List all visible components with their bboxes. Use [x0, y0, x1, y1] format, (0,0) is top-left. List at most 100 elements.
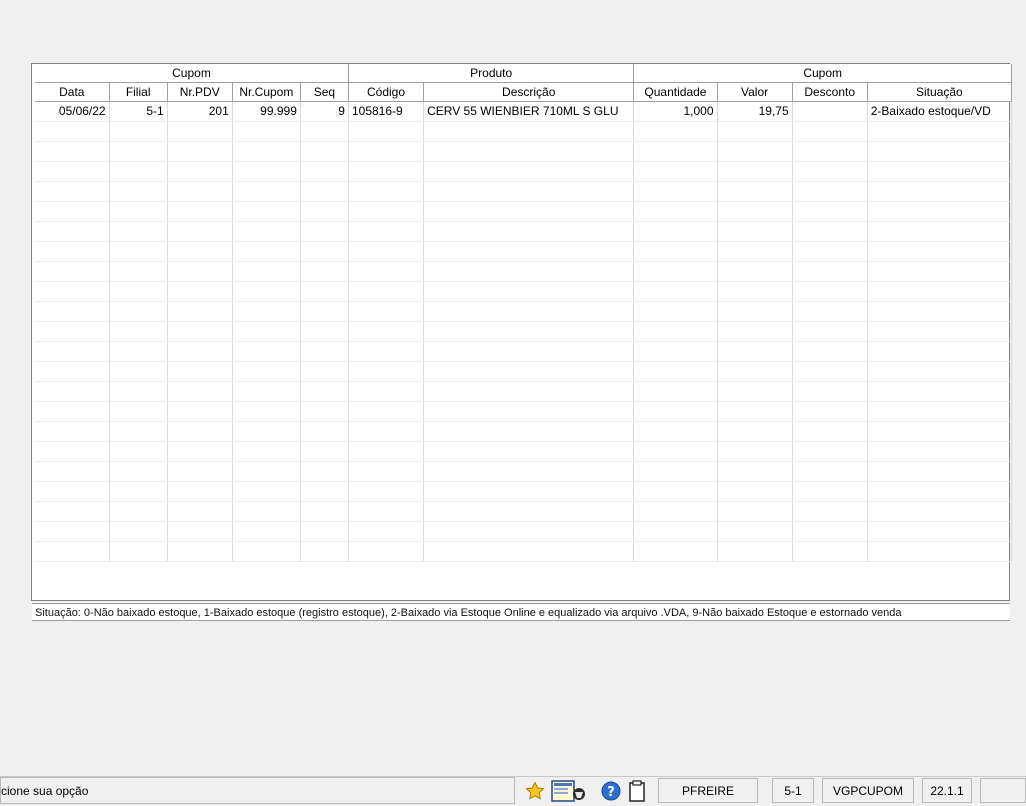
empty-row[interactable] [35, 281, 1013, 302]
empty-cell[interactable] [109, 381, 168, 402]
empty-row[interactable] [35, 481, 1013, 502]
empty-cell[interactable] [792, 201, 868, 222]
empty-cell[interactable] [423, 121, 635, 142]
empty-cell[interactable] [232, 481, 301, 502]
empty-cell[interactable] [717, 141, 793, 162]
cell-situacao[interactable]: 2-Baixado estoque/VD [867, 101, 1013, 122]
empty-cell[interactable] [423, 281, 635, 302]
empty-cell[interactable] [423, 201, 635, 222]
column-header-filial[interactable]: Filial [109, 82, 168, 102]
empty-cell[interactable] [35, 141, 110, 162]
empty-cell[interactable] [633, 121, 718, 142]
empty-row[interactable] [35, 521, 1013, 542]
empty-cell[interactable] [348, 141, 425, 162]
empty-cell[interactable] [633, 181, 718, 202]
empty-cell[interactable] [423, 261, 635, 282]
empty-cell[interactable] [35, 421, 110, 442]
empty-cell[interactable] [232, 261, 301, 282]
empty-row[interactable] [35, 461, 1013, 482]
empty-cell[interactable] [423, 461, 635, 482]
empty-cell[interactable] [109, 241, 168, 262]
empty-cell[interactable] [792, 461, 868, 482]
empty-cell[interactable] [423, 341, 635, 362]
cell-seq[interactable]: 9 [300, 101, 349, 122]
empty-cell[interactable] [348, 261, 425, 282]
empty-cell[interactable] [167, 361, 233, 382]
empty-cell[interactable] [867, 201, 1013, 222]
empty-cell[interactable] [633, 541, 718, 562]
empty-cell[interactable] [109, 481, 168, 502]
empty-cell[interactable] [717, 421, 793, 442]
empty-cell[interactable] [109, 501, 168, 522]
empty-cell[interactable] [300, 341, 349, 362]
empty-cell[interactable] [633, 441, 718, 462]
cell-data[interactable]: 05/06/22 [35, 101, 110, 122]
empty-cell[interactable] [792, 321, 868, 342]
empty-cell[interactable] [232, 121, 301, 142]
empty-cell[interactable] [423, 421, 635, 442]
empty-cell[interactable] [232, 281, 301, 302]
empty-cell[interactable] [867, 381, 1013, 402]
empty-row[interactable] [35, 221, 1013, 242]
empty-cell[interactable] [300, 261, 349, 282]
empty-cell[interactable] [348, 281, 425, 302]
empty-cell[interactable] [167, 141, 233, 162]
empty-row[interactable] [35, 541, 1013, 562]
empty-cell[interactable] [792, 261, 868, 282]
empty-cell[interactable] [167, 481, 233, 502]
empty-cell[interactable] [867, 241, 1013, 262]
empty-cell[interactable] [717, 541, 793, 562]
empty-cell[interactable] [348, 501, 425, 522]
empty-cell[interactable] [867, 281, 1013, 302]
empty-cell[interactable] [348, 461, 425, 482]
column-header-quantidade[interactable]: Quantidade [633, 82, 718, 102]
empty-cell[interactable] [717, 161, 793, 182]
empty-cell[interactable] [232, 461, 301, 482]
empty-cell[interactable] [109, 221, 168, 242]
empty-cell[interactable] [792, 361, 868, 382]
empty-cell[interactable] [423, 381, 635, 402]
empty-cell[interactable] [300, 241, 349, 262]
empty-cell[interactable] [109, 161, 168, 182]
empty-cell[interactable] [232, 401, 301, 422]
empty-cell[interactable] [300, 481, 349, 502]
empty-cell[interactable] [633, 381, 718, 402]
empty-cell[interactable] [348, 321, 425, 342]
empty-cell[interactable] [167, 501, 233, 522]
empty-cell[interactable] [717, 201, 793, 222]
empty-cell[interactable] [232, 221, 301, 242]
empty-cell[interactable] [867, 501, 1013, 522]
empty-cell[interactable] [792, 141, 868, 162]
empty-cell[interactable] [867, 481, 1013, 502]
column-header-situacao[interactable]: Situação [867, 82, 1013, 102]
empty-cell[interactable] [423, 361, 635, 382]
empty-cell[interactable] [232, 141, 301, 162]
empty-cell[interactable] [717, 501, 793, 522]
empty-cell[interactable] [232, 321, 301, 342]
clipboard-icon[interactable] [624, 779, 649, 802]
empty-row[interactable] [35, 421, 1013, 442]
empty-cell[interactable] [300, 461, 349, 482]
empty-cell[interactable] [792, 521, 868, 542]
empty-cell[interactable] [109, 341, 168, 362]
empty-cell[interactable] [300, 141, 349, 162]
column-header-seq[interactable]: Seq [300, 82, 349, 102]
empty-cell[interactable] [867, 421, 1013, 442]
empty-cell[interactable] [167, 461, 233, 482]
empty-cell[interactable] [300, 401, 349, 422]
empty-cell[interactable] [35, 201, 110, 222]
empty-cell[interactable] [300, 161, 349, 182]
empty-cell[interactable] [633, 161, 718, 182]
empty-cell[interactable] [348, 121, 425, 142]
empty-cell[interactable] [109, 361, 168, 382]
empty-cell[interactable] [867, 161, 1013, 182]
empty-cell[interactable] [792, 221, 868, 242]
empty-cell[interactable] [423, 321, 635, 342]
empty-cell[interactable] [109, 521, 168, 542]
empty-cell[interactable] [792, 181, 868, 202]
empty-cell[interactable] [300, 281, 349, 302]
empty-cell[interactable] [867, 541, 1013, 562]
empty-cell[interactable] [167, 121, 233, 142]
cell-descricao[interactable]: CERV 55 WIENBIER 710ML S GLU [423, 101, 635, 122]
empty-row[interactable] [35, 201, 1013, 222]
